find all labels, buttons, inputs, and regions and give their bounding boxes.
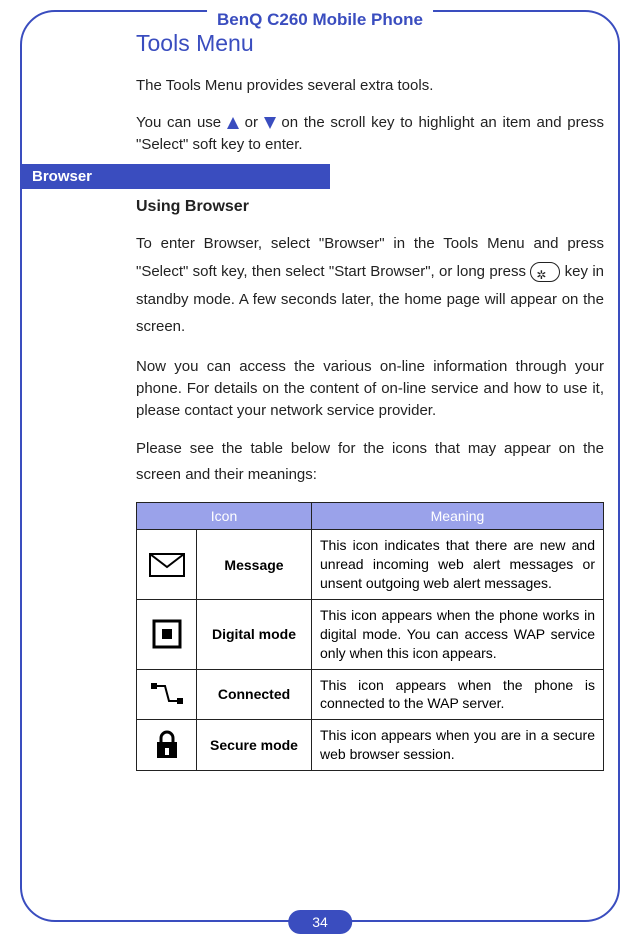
up-arrow-icon xyxy=(227,117,239,129)
page-number: 34 xyxy=(288,910,352,934)
secure-name: Secure mode xyxy=(197,720,312,771)
lower-content: Using Browser To enter Browser, select "… xyxy=(136,198,604,771)
message-meaning: This icon indicates that there are new a… xyxy=(312,530,604,600)
digital-name: Digital mode xyxy=(197,599,312,669)
secure-icon-cell xyxy=(137,720,197,771)
connected-name: Connected xyxy=(197,669,312,720)
browser-p1: To enter Browser, select "Browser" in th… xyxy=(136,230,604,341)
table-row: Digital mode This icon appears when the … xyxy=(137,599,604,669)
scroll-text-2: or xyxy=(245,114,264,131)
table-row: Message This icon indicates that there a… xyxy=(137,530,604,600)
section-tab-browser: Browser xyxy=(20,164,330,189)
table-row: Secure mode This icon appears when you a… xyxy=(137,720,604,771)
icon-meanings-table: Icon Meaning Message This icon indicates… xyxy=(136,502,604,771)
intro-text: The Tools Menu provides several extra to… xyxy=(136,75,604,97)
connected-icon xyxy=(149,681,185,707)
message-name: Message xyxy=(197,530,312,600)
sub-title: Using Browser xyxy=(136,198,604,216)
browser-p2: Now you can access the various on-line i… xyxy=(136,356,604,421)
digital-icon-cell xyxy=(137,599,197,669)
upper-content: Tools Menu The Tools Menu provides sever… xyxy=(136,30,604,170)
star-key-icon xyxy=(530,262,560,282)
table-row: Connected This icon appears when the pho… xyxy=(137,669,604,720)
secure-mode-icon xyxy=(153,730,181,760)
table-header-icon: Icon xyxy=(137,503,312,530)
message-icon-cell xyxy=(137,530,197,600)
down-arrow-icon xyxy=(264,117,276,129)
connected-icon-cell xyxy=(137,669,197,720)
section-title: Tools Menu xyxy=(136,30,604,57)
digital-mode-icon xyxy=(152,619,182,649)
scroll-text-1: You can use xyxy=(136,114,227,131)
table-header-meaning: Meaning xyxy=(312,503,604,530)
secure-meaning: This icon appears when you are in a secu… xyxy=(312,720,604,771)
browser-p3: Please see the table below for the icons… xyxy=(136,436,604,487)
message-icon xyxy=(149,553,185,577)
document-header: BenQ C260 Mobile Phone xyxy=(207,10,433,30)
digital-meaning: This icon appears when the phone works i… xyxy=(312,599,604,669)
connected-meaning: This icon appears when the phone is conn… xyxy=(312,669,604,720)
scroll-instruction: You can use or on the scroll key to high… xyxy=(136,112,604,156)
